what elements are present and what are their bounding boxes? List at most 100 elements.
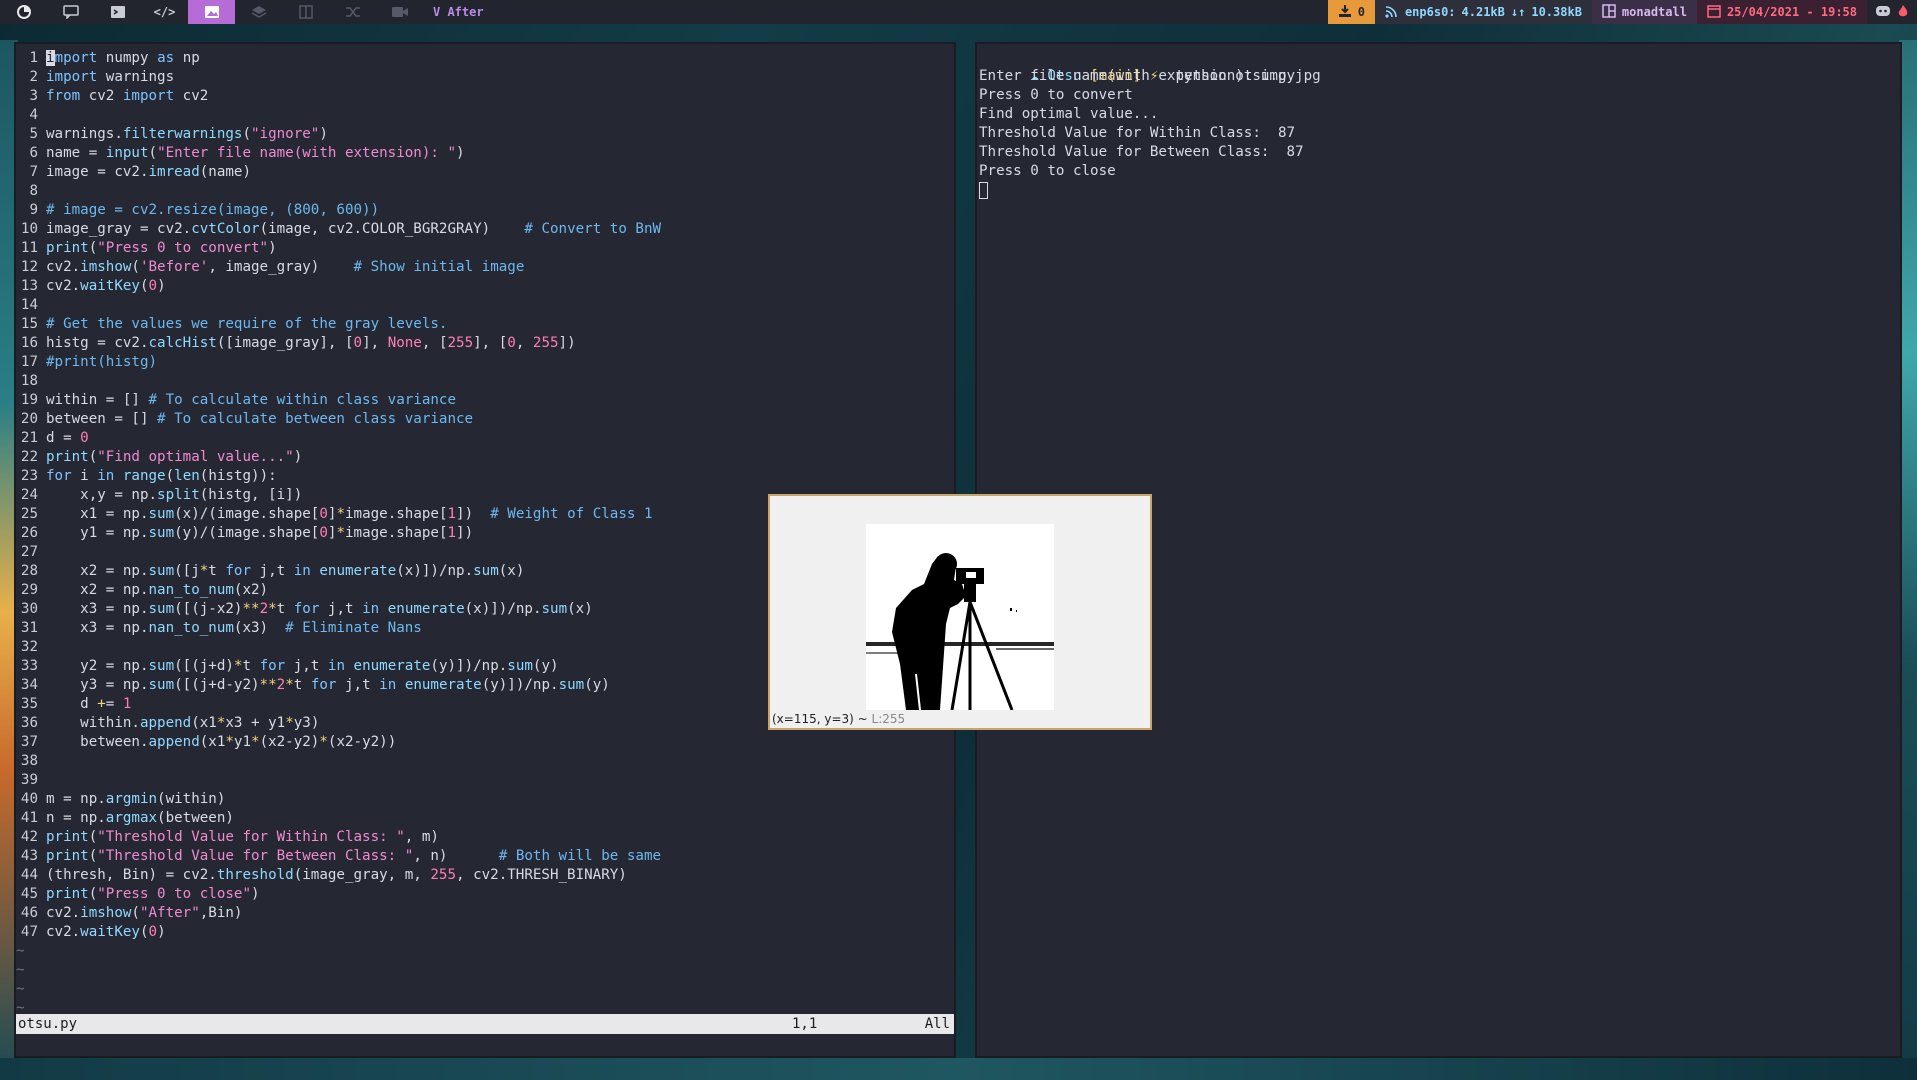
code-text: print("Press 0 to close") bbox=[46, 886, 260, 902]
code-text: d += 1 bbox=[46, 696, 132, 712]
code-line[interactable]: 41 n = np.argmax(between) bbox=[16, 809, 954, 828]
updates-widget[interactable]: 0 bbox=[1327, 0, 1375, 24]
code-text: between.append(x1*y1*(x2-y2)*(x2-y2)) bbox=[46, 734, 397, 750]
code-line[interactable]: 3 from cv2 import cv2 bbox=[16, 87, 954, 106]
viewer-statusbar: (x=115, y=3) ~ L:255 bbox=[772, 712, 905, 726]
code-text: print("Find optimal value...") bbox=[46, 449, 303, 465]
line-number: 39 bbox=[20, 772, 38, 788]
code-text: import warnings bbox=[46, 69, 175, 85]
book-icon[interactable] bbox=[282, 0, 329, 24]
thresholded-image bbox=[866, 524, 1054, 710]
layers-icon[interactable] bbox=[235, 0, 282, 24]
code-line[interactable]: 39 bbox=[16, 771, 954, 790]
code-line[interactable]: 13 cv2.waitKey(0) bbox=[16, 277, 954, 296]
image-icon[interactable] bbox=[188, 0, 235, 24]
terminal-icon[interactable] bbox=[94, 0, 141, 24]
code-text: y3 = np.sum([(j+d-y2)**2*t for j,t in en… bbox=[46, 677, 610, 693]
code-text: within.append(x1*x3 + y1*y3) bbox=[46, 715, 320, 731]
window-title: V After bbox=[433, 5, 484, 19]
code-line[interactable]: 21 d = 0 bbox=[16, 429, 954, 448]
code-line[interactable]: 43 print("Threshold Value for Between Cla… bbox=[16, 847, 954, 866]
terminal-cursor-line[interactable] bbox=[979, 181, 1321, 200]
net-down: 10.38kB bbox=[1531, 5, 1582, 19]
code-line[interactable]: 2 import warnings bbox=[16, 68, 954, 87]
code-line[interactable]: 18 bbox=[16, 372, 954, 391]
code-text: between = [] # To calculate between clas… bbox=[46, 411, 474, 427]
code-line[interactable]: 47 cv2.waitKey(0) bbox=[16, 923, 954, 942]
tray bbox=[1867, 0, 1917, 24]
line-number: 4 bbox=[29, 107, 38, 123]
code-text: warnings.filterwarnings("ignore") bbox=[46, 126, 328, 142]
code-text: image = cv2.imread(name) bbox=[46, 164, 251, 180]
code-text: cv2.imshow('Before', image_gray) # Show … bbox=[46, 259, 525, 275]
download-icon bbox=[1338, 4, 1352, 21]
code-line[interactable]: 15 # Get the values we require of the gra… bbox=[16, 315, 954, 334]
code-line[interactable]: 8 bbox=[16, 182, 954, 201]
code-line[interactable]: 45 print("Press 0 to close") bbox=[16, 885, 954, 904]
code-line[interactable]: 14 bbox=[16, 296, 954, 315]
line-number: 33 bbox=[20, 658, 38, 674]
network-widget: enp6s0: 4.21kB ↓↑ 10.38kB bbox=[1374, 0, 1592, 24]
layout-widget[interactable]: monadtall bbox=[1591, 0, 1697, 24]
code-text: name = input("Enter file name(with exten… bbox=[46, 145, 465, 161]
code-text: x1 = np.sum(x)/(image.shape[0]*image.sha… bbox=[46, 506, 653, 522]
code-line[interactable]: 40 m = np.argmin(within) bbox=[16, 790, 954, 809]
chat-icon[interactable] bbox=[47, 0, 94, 24]
line-number: 28 bbox=[20, 563, 38, 579]
status-line: otsu.py 1,1 All bbox=[16, 1014, 954, 1034]
code-line[interactable]: 7 image = cv2.imread(name) bbox=[16, 163, 954, 182]
line-number: 40 bbox=[20, 791, 38, 807]
code-line[interactable]: 20 between = [] # To calculate between cl… bbox=[16, 410, 954, 429]
line-number: 18 bbox=[20, 373, 38, 389]
net-up: 4.21kB bbox=[1461, 5, 1505, 19]
code-line[interactable]: 44 (thresh, Bin) = cv2.threshold(image_gr… bbox=[16, 866, 954, 885]
code-line[interactable]: 5 warnings.filterwarnings("ignore") bbox=[16, 125, 954, 144]
line-number: 25 bbox=[20, 506, 38, 522]
code-line[interactable]: 1 import numpy as np bbox=[16, 49, 954, 68]
code-line[interactable]: 9 # image = cv2.resize(image, (800, 600)) bbox=[16, 201, 954, 220]
code-line[interactable]: 6 name = input("Enter file name(with exte… bbox=[16, 144, 954, 163]
code-line[interactable]: 38 bbox=[16, 752, 954, 771]
code-line[interactable]: 11 print("Press 0 to convert") bbox=[16, 239, 954, 258]
code-icon[interactable]: </> bbox=[141, 0, 188, 24]
code-line[interactable]: 10 image_gray = cv2.cvtColor(image, cv2.C… bbox=[16, 220, 954, 239]
code-line[interactable]: 17 #print(histg) bbox=[16, 353, 954, 372]
code-line[interactable]: 12 cv2.imshow('Before', image_gray) # Sho… bbox=[16, 258, 954, 277]
line-number: 32 bbox=[20, 639, 38, 655]
code-line[interactable]: 37 between.append(x1*y1*(x2-y2)*(x2-y2)) bbox=[16, 733, 954, 752]
code-text: histg = cv2.calcHist([image_gray], [0], … bbox=[46, 335, 576, 351]
shuffle-icon[interactable] bbox=[329, 0, 376, 24]
code-text: y1 = np.sum(y)/(image.shape[0]*image.sha… bbox=[46, 525, 474, 541]
code-text: # image = cv2.resize(image, (800, 600)) bbox=[46, 202, 380, 218]
net-down-arrow-icon: ↓↑ bbox=[1510, 5, 1526, 19]
line-number: 23 bbox=[20, 468, 38, 484]
line-number: 7 bbox=[29, 164, 38, 180]
line-number: 8 bbox=[29, 183, 38, 199]
code-line[interactable]: 23 for i in range(len(histg)): bbox=[16, 467, 954, 486]
app-logo-icon[interactable] bbox=[0, 0, 47, 24]
line-number: 19 bbox=[20, 392, 38, 408]
code-text: x2 = np.sum([j*t for j,t in enumerate(x)… bbox=[46, 563, 525, 579]
code-line[interactable]: 46 cv2.imshow("After",Bin) bbox=[16, 904, 954, 923]
line-number: 27 bbox=[20, 544, 38, 560]
image-viewer-window[interactable]: (x=115, y=3) ~ L:255 bbox=[768, 494, 1152, 730]
updates-count: 0 bbox=[1357, 5, 1365, 19]
code-line[interactable]: 22 print("Find optimal value...") bbox=[16, 448, 954, 467]
code-text: x3 = np.nan_to_num(x3) # Eliminate Nans bbox=[46, 620, 422, 636]
line-number: 29 bbox=[20, 582, 38, 598]
discord-icon[interactable] bbox=[1875, 5, 1891, 20]
code-line[interactable]: 19 within = [] # To calculate within clas… bbox=[16, 391, 954, 410]
line-number: 17 bbox=[20, 354, 38, 370]
line-number: 45 bbox=[20, 886, 38, 902]
datetime: 25/04/2021 - 19:58 bbox=[1726, 5, 1857, 19]
code-text: d = 0 bbox=[46, 430, 89, 446]
layout-name: monadtall bbox=[1621, 5, 1687, 19]
code-line[interactable]: 42 print("Threshold Value for Within Clas… bbox=[16, 828, 954, 847]
code-text: import numpy as np bbox=[46, 50, 200, 66]
flame-icon[interactable] bbox=[1897, 4, 1909, 21]
code-line[interactable]: 4 bbox=[16, 106, 954, 125]
video-icon[interactable] bbox=[376, 0, 423, 24]
code-text: print("Press 0 to convert") bbox=[46, 240, 277, 256]
code-line[interactable]: 16 histg = cv2.calcHist([image_gray], [0]… bbox=[16, 334, 954, 353]
line-number: 11 bbox=[20, 240, 38, 256]
